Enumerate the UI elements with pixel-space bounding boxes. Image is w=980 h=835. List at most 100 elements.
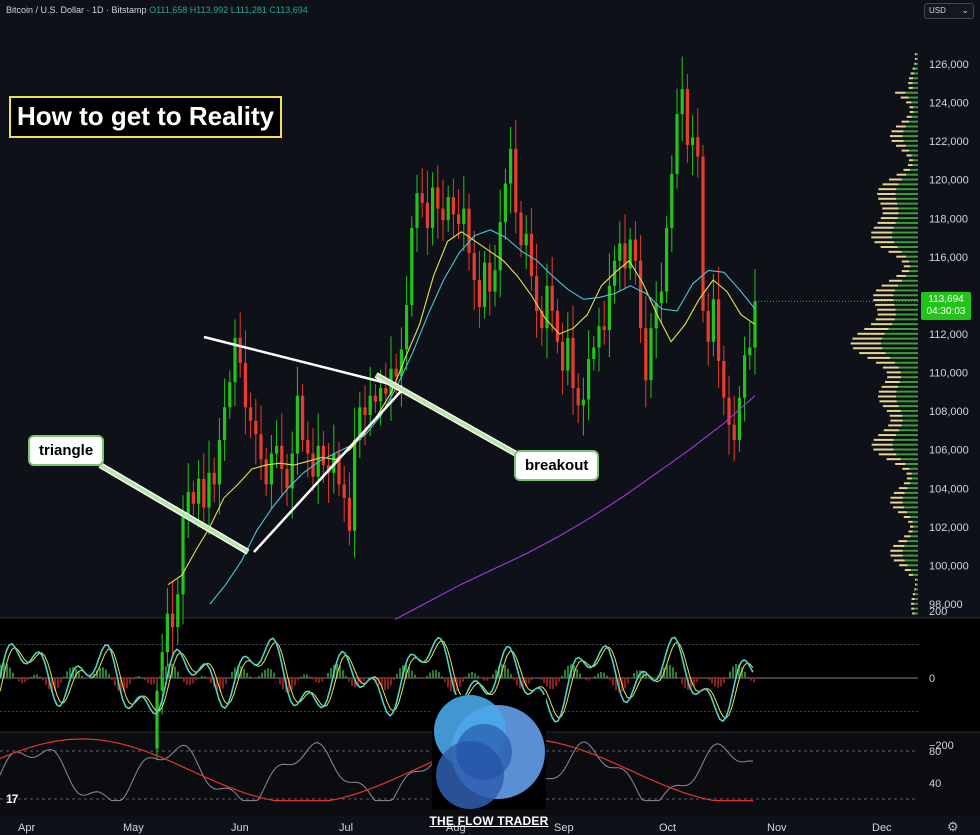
osc-histogram-bar xyxy=(717,678,719,688)
candle-body xyxy=(295,395,300,454)
candle-body xyxy=(259,434,263,460)
volume-profile-bar-up xyxy=(884,332,918,335)
volume-profile-bar-up xyxy=(910,265,918,268)
volume-profile-bar-down xyxy=(904,535,911,538)
volume-profile-bar-down xyxy=(899,564,908,567)
osc-histogram-bar xyxy=(207,678,209,680)
gear-icon[interactable]: ⚙ xyxy=(947,819,959,835)
osc-histogram-bar xyxy=(675,672,677,678)
candle-body xyxy=(664,227,669,292)
osc-histogram-bar xyxy=(279,678,281,684)
volume-profile-bar-up xyxy=(892,323,918,326)
volume-profile-bar-down xyxy=(906,477,912,480)
currency-selector[interactable]: USD ⌄ xyxy=(924,3,974,19)
osc-histogram-bar xyxy=(576,668,578,678)
volume-profile-bar-up xyxy=(908,96,918,99)
osc-histogram-bar xyxy=(438,672,440,678)
osc-histogram-bar xyxy=(507,668,509,678)
osc-histogram-bar xyxy=(144,678,146,681)
candle-body xyxy=(217,440,222,485)
candle-body xyxy=(508,148,513,184)
osc-histogram-bar xyxy=(528,678,530,684)
volume-profile-bar-down xyxy=(908,86,913,89)
tradingview-logo-icon[interactable]: 17 xyxy=(6,792,18,806)
osc-histogram-bar xyxy=(87,678,89,679)
candle-body xyxy=(618,243,622,261)
volume-profile-bar-down xyxy=(873,294,894,297)
price-tick-label: 124,000 xyxy=(929,98,969,110)
osc-histogram-bar xyxy=(633,672,635,678)
candle-body xyxy=(300,395,305,441)
osc-histogram-bar xyxy=(57,678,59,688)
volume-profile-bar-up xyxy=(900,458,918,461)
volume-profile-bar-down xyxy=(912,612,915,615)
osc-histogram-bar xyxy=(174,666,176,678)
volume-profile-bar-down xyxy=(915,583,917,586)
volume-profile-bar-up xyxy=(911,472,918,475)
candle-body xyxy=(363,407,367,415)
volume-profile-bar-down xyxy=(881,284,898,287)
volume-profile-bar-down xyxy=(874,241,895,244)
osc-histogram-bar xyxy=(606,675,608,678)
volume-profile-bar-up xyxy=(909,270,918,273)
volume-profile-bar-down xyxy=(903,482,911,485)
volume-profile-bar-up xyxy=(892,236,918,239)
osc-histogram-bar xyxy=(261,672,263,678)
osc-histogram-bar xyxy=(135,676,137,678)
volume-profile-bar-up xyxy=(898,212,918,215)
volume-profile-bar-down xyxy=(871,231,893,234)
osc-histogram-bar xyxy=(342,670,344,678)
osc-histogram-bar xyxy=(432,670,434,678)
date-tick-label: May xyxy=(123,822,144,834)
volume-profile-bar-down xyxy=(852,337,882,340)
volume-profile-bar-up xyxy=(912,530,918,533)
osc-histogram-bar xyxy=(603,672,605,678)
volume-profile-bar-up xyxy=(913,111,918,114)
osc-histogram-bar xyxy=(552,678,554,689)
volume-profile-bar-down xyxy=(896,274,907,277)
osc-histogram-bar xyxy=(102,667,104,678)
volume-profile-bar-down xyxy=(853,347,883,350)
candle-body xyxy=(524,233,528,246)
osc-histogram-bar xyxy=(138,675,140,678)
volume-profile-bar-up xyxy=(915,62,918,65)
volume-profile-bar-down xyxy=(878,188,897,191)
volume-profile-bar-down xyxy=(915,57,917,60)
price-tick-label: 102,000 xyxy=(929,522,969,534)
osc-histogram-bar xyxy=(363,678,365,681)
osc-histogram-bar xyxy=(561,675,563,678)
osc-histogram-bar xyxy=(291,678,293,690)
candle-body xyxy=(441,208,445,221)
volume-profile-bar-down xyxy=(880,246,898,249)
last-price-tag: 113,694 04:30:03 xyxy=(921,292,971,320)
osc-histogram-bar xyxy=(567,665,569,678)
osc-histogram-bar xyxy=(18,678,20,682)
candle-body xyxy=(675,114,679,174)
price-tick-label: 104,000 xyxy=(929,483,969,495)
volume-profile-bar-down xyxy=(909,525,914,528)
candle-body xyxy=(202,478,206,508)
osc-histogram-bar xyxy=(558,678,560,682)
volume-profile-bar-up xyxy=(894,241,918,244)
volume-profile-bar-down xyxy=(881,385,899,388)
candle-body xyxy=(446,197,450,221)
volume-profile-bar-down xyxy=(906,101,912,104)
volume-profile-bar-up xyxy=(902,549,918,552)
volume-profile-bar-down xyxy=(882,405,899,408)
osc-histogram-bar xyxy=(315,678,317,682)
volume-profile-bar-up xyxy=(902,135,918,138)
osc-histogram-bar xyxy=(672,667,674,678)
breakout-label: breakout xyxy=(514,450,600,481)
volume-profile-bar-down xyxy=(890,554,903,557)
volume-profile-bar-up xyxy=(902,554,918,557)
volume-profile-bar-down xyxy=(890,496,903,499)
osc-histogram-bar xyxy=(591,678,593,680)
candle-body xyxy=(196,478,201,504)
osc-histogram-bar xyxy=(699,678,701,679)
osc-histogram-bar xyxy=(564,669,566,678)
volume-profile-bar-up xyxy=(908,149,918,152)
flow-trader-logo xyxy=(432,695,546,809)
candle-body xyxy=(696,137,700,157)
candle-body xyxy=(462,208,466,225)
osc-histogram-bar xyxy=(627,678,629,684)
